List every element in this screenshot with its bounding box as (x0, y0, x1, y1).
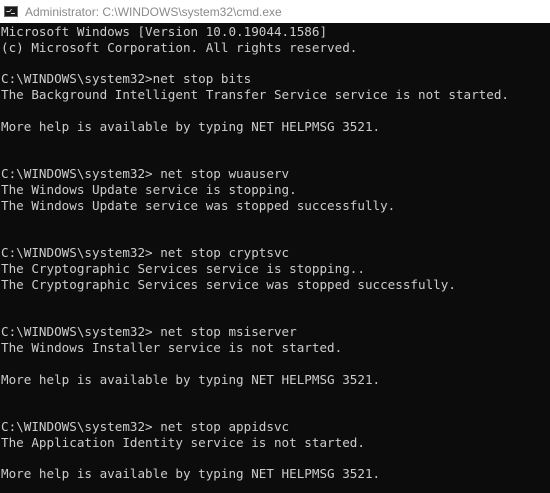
console-line: C:\WINDOWS\system32> net stop cryptsvc (1, 245, 290, 261)
console-line: The Windows Installer service is not sta… (1, 339, 343, 355)
console-line: Microsoft Windows [Version 10.0.19044.15… (1, 24, 328, 39)
window-titlebar[interactable]: Administrator: C:\WINDOWS\system32\cmd.e… (0, 0, 550, 23)
cmd-icon (4, 6, 18, 17)
console-line: C:\WINDOWS\system32> net stop appidsvc (1, 418, 290, 434)
console-output[interactable]: Microsoft Windows [Version 10.0.19044.15… (0, 23, 550, 493)
console-line: The Application Identity service is not … (1, 434, 365, 450)
window-title: Administrator: C:\WINDOWS\system32\cmd.e… (25, 4, 282, 19)
console-line: The Windows Update service was stopped s… (1, 197, 396, 213)
console-line: The Background Intelligent Transfer Serv… (1, 87, 509, 103)
console-line: C:\WINDOWS\system32>net stop bits (1, 71, 252, 87)
console-line: More help is available by typing NET HEL… (1, 466, 381, 482)
console-line: More help is available by typing NET HEL… (1, 371, 381, 387)
console-line: More help is available by typing NET HEL… (1, 118, 381, 134)
console-line: C:\WINDOWS\system32> net stop wuauserv (1, 166, 290, 182)
console-line: The Cryptographic Services service was s… (1, 276, 456, 292)
console-line: The Windows Update service is stopping. (1, 181, 297, 197)
console-line: The Cryptographic Services service is st… (1, 260, 365, 276)
console-line: C:\WINDOWS\system32> net stop msiserver (1, 324, 297, 340)
console-line: (c) Microsoft Corporation. All rights re… (1, 39, 358, 55)
